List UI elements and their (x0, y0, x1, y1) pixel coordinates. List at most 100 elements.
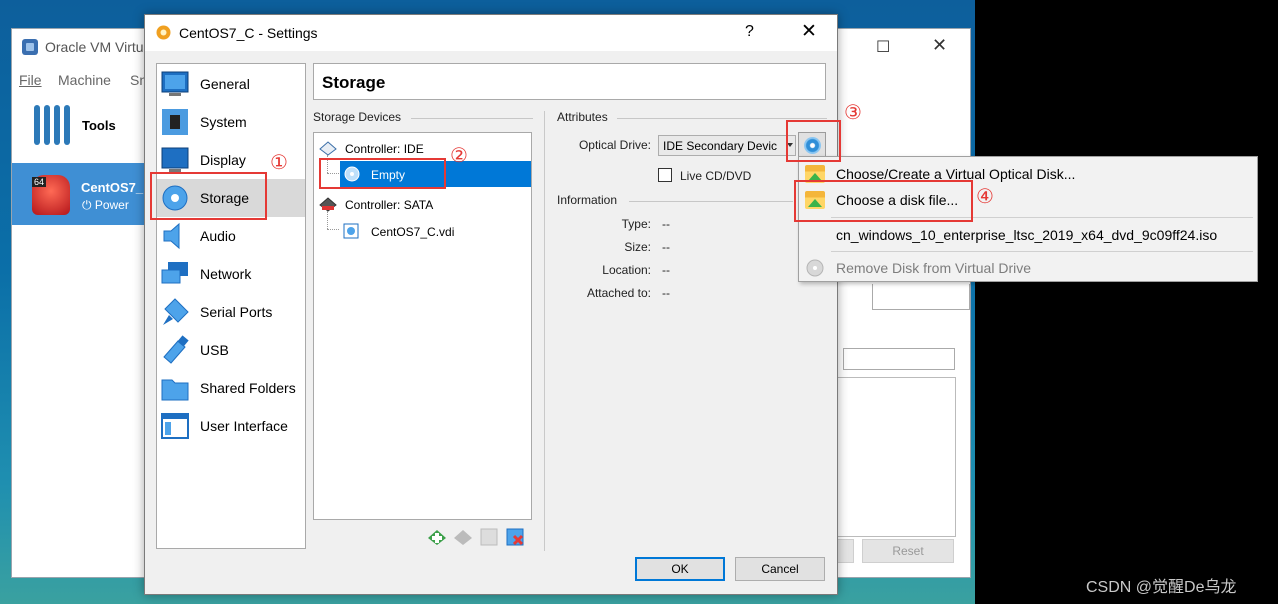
tree-item-label: Controller: IDE (345, 142, 424, 156)
sidebar-item-label: Serial Ports (200, 304, 273, 320)
annotation-number-3: ③ (844, 100, 862, 124)
user-interface-icon (161, 413, 189, 439)
info-attached-label: Attached to: (586, 286, 651, 300)
menu-item-label: Remove Disk from Virtual Drive (836, 260, 1032, 276)
dialog-close-button[interactable]: ✕ (801, 20, 817, 43)
tools-label: Tools (82, 118, 116, 133)
sidebar-item-system[interactable]: System (157, 103, 305, 141)
annotation-number-1: ① (270, 150, 288, 174)
info-type-label: Type: (621, 217, 651, 231)
sidebar-item-audio[interactable]: Audio (157, 217, 305, 255)
manager-detail-input[interactable] (843, 348, 955, 370)
live-cd-checkbox[interactable] (658, 168, 672, 182)
sidebar-item-label: System (200, 114, 247, 130)
info-location-value: -- (662, 263, 670, 277)
sidebar-item-network[interactable]: Network (157, 255, 305, 293)
add-attachment-icon[interactable] (479, 527, 499, 547)
attributes-label: Attributes (557, 110, 608, 124)
annotation-box-disc-button (786, 120, 841, 162)
optical-drive-select[interactable]: IDE Secondary Devic (658, 135, 796, 156)
audio-speaker-icon (163, 222, 180, 250)
sidebar-item-label: General (200, 76, 250, 92)
menu-item-label: cn_windows_10_enterprise_ltsc_2019_x64_d… (836, 227, 1218, 243)
ide-controller-icon (319, 141, 337, 156)
add-controller-icon[interactable] (427, 527, 447, 547)
info-type-value: -- (662, 217, 670, 231)
settings-gear-icon (156, 25, 171, 40)
optical-drive-label: Optical Drive: (578, 138, 651, 152)
storage-toolbar (427, 527, 537, 549)
storage-tree: Controller: IDE Empty Controller: SATA C… (313, 132, 532, 520)
menu-item-remove-disk[interactable]: Remove Disk from Virtual Drive (799, 255, 1257, 281)
watermark: CSDN @觉醒De乌龙 (1086, 579, 1237, 596)
section-divider (411, 118, 533, 119)
usb-icon (163, 335, 189, 364)
vm-list-item[interactable]: 64 CentOS7_ ⏻ Power (12, 163, 146, 225)
section-divider (629, 201, 793, 202)
manager-title: Oracle VM Virtu (45, 39, 144, 55)
annotation-box-empty (319, 158, 446, 189)
desktop-dark-area (975, 0, 1278, 604)
remove-controller-icon[interactable] (453, 527, 473, 547)
vm-state-label: Power (94, 198, 129, 212)
annotation-number-4: ④ (976, 184, 994, 208)
menu-machine[interactable]: Machine (58, 72, 111, 88)
help-button[interactable]: ? (745, 23, 754, 41)
tree-item-controller-sata[interactable]: Controller: SATA (314, 191, 531, 217)
page-title: Storage (322, 73, 386, 92)
settings-dialog: CentOS7_C - Settings ? ✕ General System … (144, 14, 838, 595)
sidebar-item-general[interactable]: General (157, 65, 305, 103)
storage-devices-label: Storage Devices (313, 110, 402, 124)
menu-item-recent-iso[interactable]: cn_windows_10_enterprise_ltsc_2019_x64_d… (799, 222, 1257, 248)
tools-entry[interactable]: Tools (12, 91, 146, 161)
system-chip-icon (162, 109, 188, 135)
manager-detail-field (872, 284, 970, 310)
sidebar-item-user-interface[interactable]: User Interface (157, 407, 305, 445)
tree-item-vdi[interactable]: CentOS7_C.vdi (314, 218, 531, 244)
menu-separator (831, 251, 1253, 252)
settings-sidebar: General System Display Storage Audio Net… (156, 63, 306, 549)
close-icon[interactable]: ✕ (932, 35, 947, 56)
reset-button[interactable]: Reset (862, 539, 954, 563)
remove-disc-icon (806, 259, 824, 277)
sidebar-item-label: User Interface (200, 418, 288, 434)
manager-detail-box (834, 377, 956, 537)
sidebar-item-label: Network (200, 266, 252, 282)
remove-attachment-icon[interactable] (505, 527, 525, 547)
info-size-value: -- (662, 240, 670, 254)
info-attached-value: -- (662, 286, 670, 300)
optical-drive-value: IDE Secondary Devic (663, 139, 778, 153)
sidebar-item-label: Shared Folders (200, 380, 296, 396)
dialog-titlebar: CentOS7_C - Settings ? ✕ (145, 15, 837, 51)
annotation-box-storage (150, 172, 267, 220)
live-cd-label: Live CD/DVD (680, 169, 752, 183)
info-size-label: Size: (624, 240, 651, 254)
information-label: Information (557, 193, 618, 207)
cancel-button[interactable]: Cancel (735, 557, 825, 581)
general-icon (161, 71, 189, 96)
annotation-box-choose-file (794, 180, 973, 222)
info-location-label: Location: (602, 263, 651, 277)
vm-arch-badge: 64 (32, 177, 47, 187)
dialog-title: CentOS7_C - Settings (179, 25, 318, 41)
sidebar-item-label: Display (200, 152, 246, 168)
vm-state: ⏻ Power (82, 198, 129, 212)
tools-icon (34, 105, 70, 145)
menu-file[interactable]: File (19, 72, 42, 88)
sidebar-item-shared-folders[interactable]: Shared Folders (157, 369, 305, 407)
maximize-icon[interactable]: ☐ (876, 37, 890, 57)
shared-folder-icon (161, 379, 189, 401)
annotation-number-2: ② (450, 143, 468, 167)
serial-port-icon (163, 298, 189, 325)
sidebar-item-serial-ports[interactable]: Serial Ports (157, 293, 305, 331)
ok-button[interactable]: OK (635, 557, 725, 581)
network-icon (161, 262, 188, 284)
hard-disk-icon (343, 223, 359, 239)
display-monitor-icon (161, 147, 189, 172)
sidebar-item-usb[interactable]: USB (157, 331, 305, 369)
sidebar-item-label: USB (200, 342, 229, 358)
sata-controller-icon (319, 197, 337, 212)
section-divider (617, 118, 827, 119)
splitter[interactable] (544, 111, 545, 551)
vm-name: CentOS7_ (81, 180, 144, 195)
